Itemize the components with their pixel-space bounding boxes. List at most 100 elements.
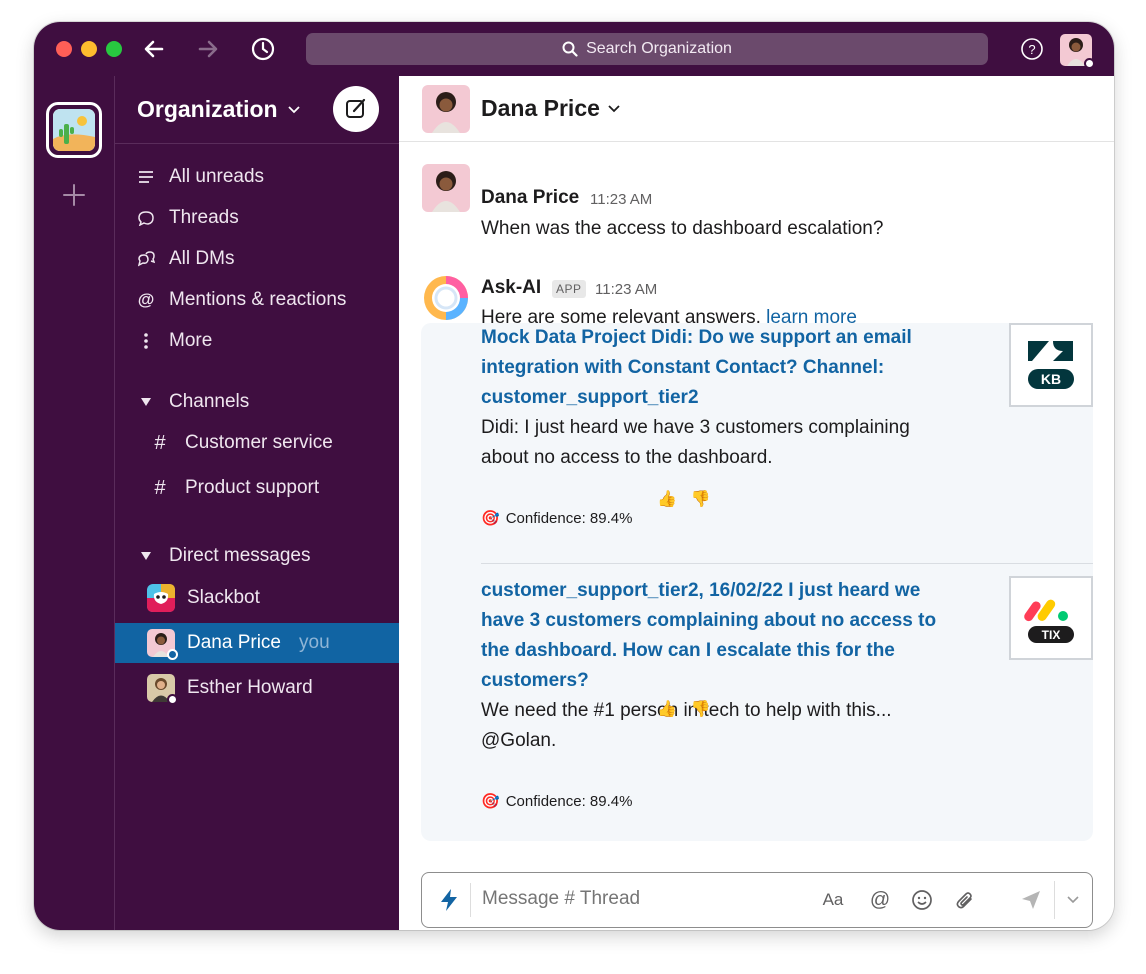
nav-label: Mentions & reactions (169, 289, 347, 310)
tix-logo-icon: TIX (1024, 599, 1074, 643)
nav-label: More (169, 330, 213, 351)
conversation-name: Dana Price (481, 95, 600, 121)
message-author[interactable]: Dana Price (481, 187, 579, 209)
thumbs-down-icon[interactable]: 👎 (691, 699, 711, 719)
send-button[interactable] (1018, 887, 1044, 913)
workspace-icon[interactable] (46, 102, 102, 158)
chevron-down-icon (608, 104, 620, 112)
nav-label: Threads (169, 207, 239, 228)
message-input[interactable] (482, 888, 782, 910)
nav-all-unreads[interactable]: All unreads (137, 162, 264, 192)
close-window-button[interactable] (56, 41, 72, 57)
slackbot-avatar (147, 584, 175, 612)
compose-icon (346, 98, 366, 118)
nav-label: All unreads (169, 166, 265, 187)
answer-title-link[interactable]: Mock Data Project Didi: Do we support an… (481, 323, 951, 413)
minimize-window-button[interactable] (81, 41, 97, 57)
nav-more[interactable]: More (137, 326, 212, 356)
thumbs-down-icon[interactable]: 👎 (691, 489, 711, 509)
forward-arrow-icon[interactable] (194, 35, 222, 63)
composer-divider (1054, 881, 1055, 919)
feedback-reactions: 👍 👎 (657, 489, 711, 509)
user-avatar[interactable] (1060, 34, 1095, 69)
kb-logo-icon: KB (1028, 341, 1074, 389)
kb-logo-text: KB (1041, 371, 1061, 387)
zoom-window-button[interactable] (106, 41, 122, 57)
attach-button[interactable] (952, 887, 978, 913)
at-icon: @ (869, 888, 891, 911)
dm-name: Slackbot (187, 587, 260, 608)
search-placeholder: Search Organization (586, 40, 732, 57)
search-icon (562, 41, 578, 57)
back-arrow-icon[interactable] (140, 35, 168, 63)
feedback-reactions: 👍 👎 (657, 699, 711, 719)
dms-header: Direct messages (169, 545, 311, 566)
channels-header: Channels (169, 391, 250, 412)
hash-icon: # (154, 476, 166, 499)
nav-all-dms[interactable]: All DMs (137, 244, 234, 274)
workspace-rail (34, 76, 115, 930)
title-bar: Search Organization ? (34, 22, 1114, 76)
esther-howard-avatar (147, 674, 178, 705)
chevron-down-icon (287, 105, 300, 113)
message-author[interactable]: Ask-AI (481, 277, 541, 299)
add-workspace-icon[interactable] (60, 181, 88, 209)
presence-indicator (1084, 58, 1095, 69)
confidence-score: 🎯 Confidence: 89.4% (481, 792, 632, 811)
shortcuts-bolt-icon[interactable] (436, 887, 462, 913)
history-clock-icon[interactable] (249, 35, 277, 63)
at-icon: @ (137, 290, 155, 309)
channel-customer-service[interactable]: # Customer service (151, 428, 332, 458)
channels-section-toggle[interactable]: Channels (137, 387, 249, 417)
dm-esther-howard[interactable]: Esther Howard (115, 668, 399, 708)
tix-logo-text: TIX (1042, 628, 1061, 642)
org-switcher[interactable]: Organization (137, 96, 300, 123)
send-options-button[interactable] (1060, 887, 1086, 913)
emoji-button[interactable] (909, 887, 935, 913)
conversation-pane: Dana Price Dana Price 11:23 AM When was … (399, 76, 1114, 930)
dms-section-toggle[interactable]: Direct messages (137, 541, 311, 571)
zendesk-kb-logo[interactable]: KB (1009, 323, 1093, 407)
ask-ai-avatar[interactable] (422, 274, 470, 322)
answer-body: We need the #1 person in tech to help wi… (481, 700, 892, 751)
format-text-button[interactable]: Aa (820, 887, 846, 913)
search-bar[interactable]: Search Organization (306, 33, 988, 65)
you-label: you (299, 632, 330, 653)
sidebar-divider (115, 143, 399, 144)
app-window: Search Organization ? Organization All u… (34, 22, 1114, 930)
confidence-score: 🎯 Confidence: 89.4% (481, 509, 633, 528)
format-text-label: Aa (822, 890, 844, 909)
thumbs-up-icon[interactable]: 👍 (657, 699, 677, 719)
app-badge: APP (552, 280, 586, 298)
nav-mentions[interactable]: @ Mentions & reactions (137, 285, 347, 315)
channel-product-support[interactable]: # Product support (151, 473, 319, 503)
channel-name: Product support (185, 477, 320, 498)
dana-price-avatar[interactable] (422, 164, 470, 212)
paperclip-icon (956, 892, 972, 909)
target-icon: 🎯 (481, 793, 500, 810)
tix-logo[interactable]: TIX (1009, 576, 1093, 660)
dm-name: Esther Howard (187, 677, 313, 698)
message-timestamp[interactable]: 11:23 AM (590, 191, 652, 208)
dm-slackbot[interactable]: Slackbot (115, 578, 399, 618)
thumbs-up-icon[interactable]: 👍 (657, 489, 677, 509)
answer-divider (481, 563, 1093, 564)
answers-card: Mock Data Project Didi: Do we support an… (421, 323, 1093, 841)
target-icon: 🎯 (481, 510, 500, 527)
message-timestamp[interactable]: 11:23 AM (595, 281, 657, 298)
conversation-title[interactable]: Dana Price (481, 95, 620, 122)
help-icon[interactable]: ? (1020, 37, 1044, 61)
confidence-text: Confidence: 89.4% (505, 509, 633, 527)
answer-title-link[interactable]: customer_support_tier2, 16/02/22 I just … (481, 576, 951, 696)
mention-button[interactable]: @ (867, 887, 893, 913)
dana-price-avatar (147, 629, 178, 660)
thread-icon (137, 209, 155, 227)
conversation-header: Dana Price (399, 76, 1114, 142)
svg-text:?: ? (1028, 42, 1035, 57)
more-vertical-icon (137, 332, 155, 350)
nav-threads[interactable]: Threads (137, 203, 239, 233)
compose-button[interactable] (333, 86, 379, 132)
message-composer: Aa @ (421, 872, 1093, 928)
dm-dana-price[interactable]: Dana Price you (115, 623, 399, 663)
dana-price-avatar (422, 85, 470, 133)
